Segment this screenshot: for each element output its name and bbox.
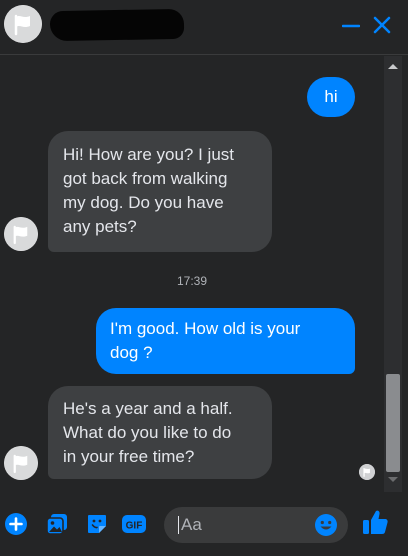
- gif-label: GIF: [126, 521, 143, 532]
- message-bubble-incoming[interactable]: He's a year and a half. What do you like…: [48, 386, 272, 479]
- scrollbar[interactable]: [384, 56, 402, 492]
- chat-window: hi Hi! How are you? I just got back from…: [0, 0, 408, 556]
- text-caret: [178, 516, 179, 534]
- contact-avatar[interactable]: [4, 5, 42, 43]
- send-like-button[interactable]: [360, 507, 390, 537]
- emoji-button[interactable]: [314, 513, 338, 537]
- gif-button[interactable]: GIF: [121, 511, 147, 537]
- flag-avatar-icon: [4, 217, 38, 251]
- message-bubble-incoming[interactable]: Hi! How are you? I just got back from wa…: [48, 131, 272, 252]
- message-input[interactable]: Aa: [164, 507, 348, 543]
- more-actions-button[interactable]: [3, 511, 29, 537]
- sticker-button[interactable]: [84, 511, 110, 537]
- message-bubble-outgoing[interactable]: hi: [307, 77, 355, 117]
- message-timestamp: 17:39: [176, 274, 208, 288]
- scroll-up-arrow-icon[interactable]: [388, 64, 398, 69]
- sticker-icon: [88, 515, 106, 533]
- message-composer: GIF Aa: [0, 493, 408, 556]
- close-button[interactable]: [371, 14, 393, 36]
- scroll-down-arrow-icon[interactable]: [388, 477, 398, 482]
- attach-photo-button[interactable]: [44, 511, 70, 537]
- seen-indicator-avatar: [359, 464, 375, 480]
- minimize-button[interactable]: [340, 14, 362, 36]
- plus-icon: [5, 513, 27, 535]
- minimize-icon: [342, 24, 360, 28]
- scrollbar-thumb[interactable]: [386, 374, 400, 472]
- close-icon: [373, 16, 391, 34]
- message-list: hi Hi! How are you? I just got back from…: [0, 56, 384, 492]
- sender-avatar[interactable]: [4, 217, 38, 251]
- gif-icon: GIF: [122, 515, 146, 533]
- emoji-icon: [315, 514, 337, 536]
- message-bubble-outgoing[interactable]: I'm good. How old is your dog ?: [96, 308, 355, 374]
- flag-avatar-icon: [4, 5, 42, 43]
- message-input-placeholder: Aa: [181, 515, 202, 534]
- photo-icon: [46, 514, 67, 535]
- thumbs-up-icon: [363, 510, 388, 534]
- flag-avatar-icon: [359, 464, 375, 480]
- chat-header: [0, 0, 408, 55]
- sender-avatar[interactable]: [4, 446, 38, 480]
- flag-avatar-icon: [4, 446, 38, 480]
- redacted-contact-name: [49, 8, 185, 42]
